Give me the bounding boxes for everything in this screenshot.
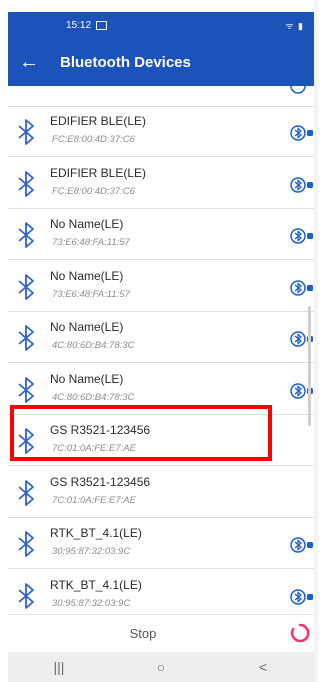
device-name: EDIFIER BLE(LE) (50, 165, 147, 180)
arrow-left-icon[interactable]: ← (8, 51, 50, 74)
screen-edge (314, 0, 318, 682)
loading-spinner-icon (290, 623, 310, 643)
status-time: 15:12 (66, 19, 92, 31)
bluetooth-icon (18, 582, 34, 609)
bluetooth-connect-icon[interactable] (290, 279, 314, 296)
bluetooth-icon (18, 273, 34, 300)
device-name: No Name(LE) (50, 320, 124, 334)
device-mac-address: 7C:01:0A:FE:E7:AE (52, 494, 136, 506)
app-bar: ← Bluetooth Devices (8, 38, 314, 86)
page-title: Bluetooth Devices (60, 53, 191, 71)
list-item[interactable]: RTK_BT_4.1(LE) 30:95:87:32:03:9C (8, 570, 314, 613)
device-name: EDIFIER BLE(LE) (50, 114, 147, 128)
bluetooth-icon (18, 428, 34, 454)
list-item-partial[interactable] (8, 86, 314, 107)
device-mac-address: 73:E6:48:FA:11:57 (52, 288, 130, 300)
device-list[interactable]: EDIFIER BLE(LE) FC:E8:00:4D:37:C6 EDIFIER … (8, 86, 314, 612)
bluetooth-connect-icon[interactable] (290, 176, 314, 193)
device-name: No Name(LE) (50, 268, 124, 283)
device-mac-address: 4C:80:6D:B4:78:3C (52, 340, 135, 351)
bluetooth-icon (18, 222, 34, 248)
device-name: GS R3521-123456 (50, 474, 151, 489)
device-name: RTK_BT_4.1(LE) (50, 526, 142, 540)
bluetooth-icon (18, 170, 34, 197)
list-item[interactable]: No Name(LE) 4C:80:6D:B4:78:3C (8, 312, 314, 363)
bluetooth-connect-icon[interactable] (290, 537, 314, 553)
signal-battery-icon: ᯤ ▮ (285, 20, 304, 31)
bluetooth-connect-icon[interactable] (290, 228, 314, 244)
device-mac-address: FC:E8:00:4D:37:C6 (52, 134, 135, 145)
device-name: No Name(LE) (50, 371, 124, 386)
back-button[interactable]: < (243, 659, 283, 675)
device-mac-address: 30:95:87:32:03:9C (52, 546, 131, 557)
list-item[interactable]: GS R3521-123456 7C:01:0A:FE:E7:AE (8, 467, 314, 518)
footer-bar: Stop (8, 614, 314, 651)
list-item[interactable]: No Name(LE) 73:E6:48:FA:11:57 (8, 209, 314, 260)
status-bar: 15:12 ᯤ ▮ (8, 12, 314, 38)
device-name: No Name(LE) (50, 217, 124, 231)
list-item[interactable]: GS R3521-123456 7C:01:0A:FE:E7:AE (8, 415, 314, 466)
device-mac-address: 73:E6:48:FA:11:57 (52, 237, 130, 248)
device-mac-address: 4C:80:6D:B4:78:3C (52, 391, 135, 403)
stop-button[interactable]: Stop (8, 615, 278, 651)
bluetooth-icon (18, 376, 34, 403)
list-item[interactable]: No Name(LE) 73:E6:48:FA:11:57 (8, 261, 314, 312)
bluetooth-icon (18, 479, 34, 506)
bluetooth-connect-icon[interactable] (290, 86, 314, 94)
bluetooth-icon (18, 325, 34, 351)
scrollbar[interactable] (308, 306, 311, 426)
device-mac-address: FC:E8:00:4D:37:C6 (52, 185, 135, 197)
list-item[interactable]: EDIFIER BLE(LE) FC:E8:00:4D:37:C6 (8, 158, 314, 209)
bluetooth-icon (18, 531, 34, 557)
device-mac-address: 30:95:87:32:03:9C (52, 597, 131, 609)
home-button[interactable]: ○ (141, 659, 181, 675)
navigation-bar: ||| ○ < (8, 652, 314, 682)
image-icon (96, 20, 108, 30)
device-name: GS R3521-123456 (50, 423, 151, 437)
bluetooth-icon (18, 119, 34, 145)
bluetooth-connect-icon[interactable] (290, 588, 314, 605)
device-name: RTK_BT_4.1(LE) (50, 577, 142, 592)
device-mac-address: 7C:01:0A:FE:E7:AE (52, 443, 136, 454)
list-item[interactable]: No Name(LE) 4C:80:6D:B4:78:3C (8, 364, 314, 415)
phone-screen: 15:12 ᯤ ▮ ← Bluetooth Devices EDIFIER BL… (0, 0, 318, 682)
recents-button[interactable]: ||| (39, 659, 79, 675)
bluetooth-connect-icon[interactable] (290, 125, 314, 141)
list-item[interactable]: EDIFIER BLE(LE) FC:E8:00:4D:37:C6 (8, 106, 314, 157)
list-item[interactable]: RTK_BT_4.1(LE) 30:95:87:32:03:9C (8, 518, 314, 569)
